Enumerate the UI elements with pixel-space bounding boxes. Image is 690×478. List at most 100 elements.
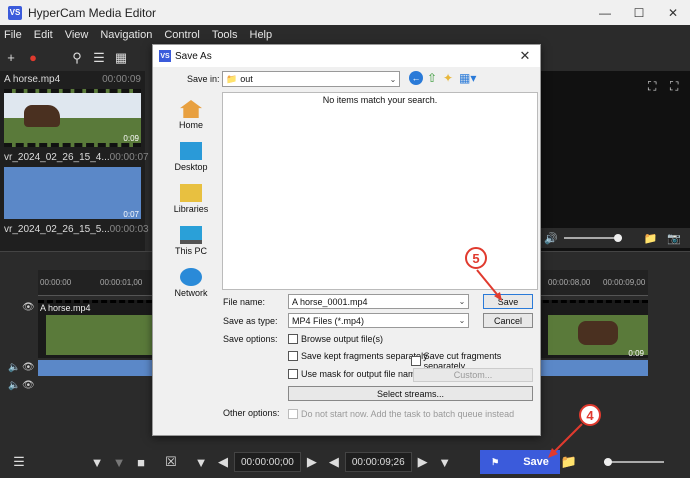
chevron-down-icon: ⌄ — [389, 74, 397, 84]
select-streams-button[interactable]: Select streams... — [288, 386, 533, 401]
network-icon — [180, 268, 202, 286]
menu-bar: File Edit View Navigation Control Tools … — [0, 25, 690, 44]
view-menu-icon[interactable]: ▦▾ — [459, 71, 476, 85]
mixer-icon[interactable]: ☰ — [8, 451, 30, 473]
up-folder-icon[interactable]: ⇧ — [427, 71, 437, 85]
fullscreen-icon[interactable]: ⛶ — [670, 79, 678, 94]
save-as-type-dropdown[interactable]: MP4 Files (*.mp4) ⌄ — [288, 313, 469, 328]
grid-view-icon[interactable]: ▦ — [110, 47, 132, 69]
menu-navigation[interactable]: Navigation — [100, 29, 152, 41]
crop-icon[interactable]: ⛶ — [648, 79, 656, 94]
libraries-icon — [180, 184, 202, 202]
menu-edit[interactable]: Edit — [34, 29, 53, 41]
eye-icon[interactable]: 👁 — [22, 380, 35, 391]
dialog-cancel-button[interactable]: Cancel — [483, 313, 533, 328]
snapshot-icon[interactable]: 📷 — [667, 232, 681, 245]
prev-icon[interactable]: ◀ — [212, 451, 234, 473]
track-duration: 0:09 — [628, 349, 644, 358]
media-item-header[interactable]: vr_2024_02_26_15_4... 00:00:07 — [0, 149, 149, 165]
do-not-start-checkbox[interactable]: Do not start now. Add the task to batch … — [288, 409, 514, 419]
eye-icon[interactable]: 👁 — [22, 302, 35, 313]
start-time-field[interactable]: 00:00:00;00 — [234, 452, 301, 472]
media-name: vr_2024_02_26_15_5... — [4, 223, 110, 235]
dialog-close-button[interactable]: ✕ — [510, 48, 540, 64]
volume-slider[interactable] — [563, 234, 622, 242]
place-desktop[interactable]: Desktop — [161, 136, 221, 178]
empty-message: No items match your search. — [322, 95, 438, 105]
end-time-field[interactable]: 00:00:09;26 — [344, 452, 412, 472]
maximize-button[interactable]: ☐ — [622, 0, 656, 25]
media-item-header[interactable]: A horse.mp4 00:00:09 — [0, 71, 145, 87]
media-duration: 00:00:07 — [109, 151, 149, 163]
prev-icon[interactable]: ◀ — [323, 451, 345, 473]
filter-icon[interactable]: ▼ — [86, 451, 108, 473]
filter-off-icon[interactable]: ▼ — [108, 451, 130, 473]
eye-icon[interactable]: 👁 — [22, 362, 35, 373]
step-4-arrow — [548, 423, 583, 458]
record-icon[interactable]: ● — [22, 47, 44, 69]
add-icon[interactable]: + — [0, 47, 22, 69]
audio-waveform-thumbnail[interactable]: 0:07 — [4, 167, 141, 219]
media-list: A horse.mp4 00:00:09 0:09 vr_2024_02_26_… — [0, 71, 149, 251]
media-duration: 00:00:09 — [102, 73, 141, 85]
next-icon[interactable]: ▶ — [301, 451, 323, 473]
new-folder-icon[interactable]: ✦ — [443, 71, 453, 85]
preview-controls: 🔊 📁 📷 — [540, 228, 690, 248]
dialog-app-icon: VS — [159, 50, 171, 62]
back-icon[interactable]: ← — [409, 71, 423, 85]
dialog-title: Save As — [175, 50, 212, 62]
media-name: A horse.mp4 — [4, 73, 61, 85]
zoom-slider[interactable] — [603, 458, 664, 466]
next-icon[interactable]: ▶ — [412, 451, 434, 473]
file-name-input[interactable]: A horse_0001.mp4 ⌄ — [288, 294, 469, 309]
marker-down-icon[interactable]: ▼ — [190, 451, 212, 473]
thumbnail-duration: 0:07 — [123, 210, 139, 219]
save-options-label: Save options: — [223, 334, 278, 344]
minimize-button[interactable]: — — [588, 0, 622, 25]
folder-icon: 📁 — [226, 73, 238, 84]
speaker-icon[interactable]: 🔈 — [8, 380, 20, 391]
title-bar: VS HyperCam Media Editor — ☐ ✕ — [0, 0, 690, 25]
search-icon[interactable]: ⚲ — [66, 47, 88, 69]
browse-output-checkbox[interactable]: Browse output file(s) — [288, 334, 383, 344]
home-icon — [180, 100, 202, 118]
media-item-header[interactable]: vr_2024_02_26_15_5... 00:00:03 — [0, 221, 149, 237]
marker-down-icon[interactable]: ▼ — [434, 451, 456, 473]
cut-icon[interactable]: ☒ — [160, 451, 182, 473]
dialog-title-bar: VS Save As ✕ — [153, 45, 540, 67]
menu-file[interactable]: File — [4, 29, 22, 41]
place-libraries[interactable]: Libraries — [161, 178, 221, 220]
close-button[interactable]: ✕ — [656, 0, 690, 25]
horse-image — [24, 105, 60, 127]
folder-icon[interactable]: 📁 — [644, 232, 658, 245]
place-network[interactable]: Network — [161, 262, 221, 304]
file-list[interactable]: No items match your search. — [222, 92, 538, 290]
menu-control[interactable]: Control — [164, 29, 199, 41]
ruler-tick: 00:00:09,00 — [603, 278, 646, 287]
video-thumbnail[interactable]: 0:09 — [4, 89, 141, 147]
menu-help[interactable]: Help — [250, 29, 273, 41]
save-as-dialog: VS Save As ✕ Save in: 📁 out ⌄ ← ⇧ ✦ ▦▾ H… — [152, 44, 541, 436]
menu-view[interactable]: View — [65, 29, 89, 41]
app-icon: VS — [8, 5, 22, 20]
save-kept-checkbox[interactable]: Save kept fragments separately — [288, 351, 428, 361]
filter-marker-icon[interactable]: ■ — [130, 451, 152, 473]
save-in-value: out — [240, 74, 253, 84]
use-mask-checkbox[interactable]: Use mask for output file names — [288, 369, 425, 379]
list-view-icon[interactable]: ☰ — [88, 47, 110, 69]
computer-icon — [180, 226, 202, 244]
place-home[interactable]: Home — [161, 94, 221, 136]
save-as-type-label: Save as type: — [223, 316, 278, 326]
places-bar: Home Desktop Libraries This PC Network — [161, 94, 221, 298]
blank-icon — [44, 47, 66, 69]
desktop-icon — [180, 142, 202, 160]
place-this-pc[interactable]: This PC — [161, 220, 221, 262]
custom-button[interactable]: Custom... — [413, 368, 533, 382]
ruler-tick: 00:00:00 — [40, 278, 72, 287]
volume-icon[interactable]: 🔊 — [544, 232, 558, 245]
save-in-dropdown[interactable]: 📁 out ⌄ — [222, 71, 400, 87]
menu-tools[interactable]: Tools — [212, 29, 238, 41]
media-toolbar: + ● ⚲ ☰ ▦ — [0, 44, 152, 71]
window-title: HyperCam Media Editor — [28, 5, 157, 20]
speaker-icon[interactable]: 🔈 — [8, 362, 20, 373]
